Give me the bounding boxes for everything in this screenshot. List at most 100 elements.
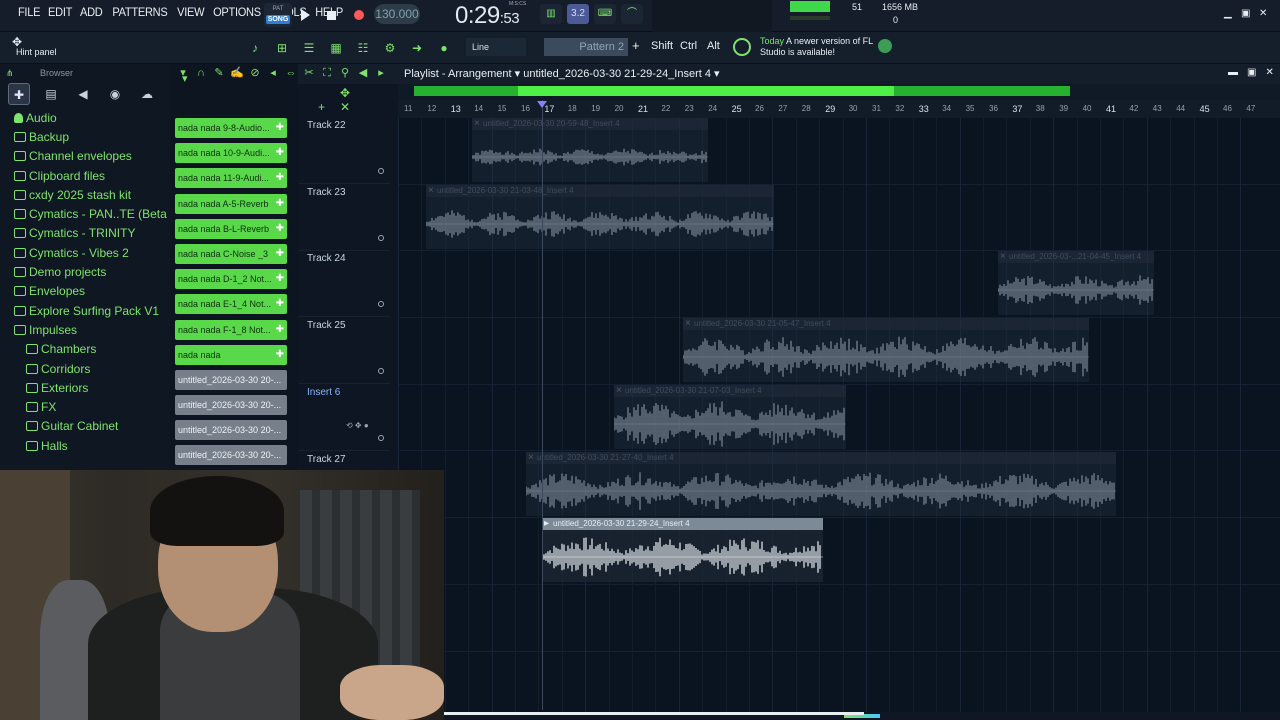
playback-icon[interactable]: ◀ (356, 66, 370, 80)
track-mute-led[interactable] (378, 301, 384, 308)
files-tab-icon[interactable]: ▤ (40, 83, 62, 105)
arrow-right-icon[interactable]: ➜ (406, 37, 428, 59)
bottom-scrollbar[interactable] (444, 712, 864, 715)
magnet-icon[interactable]: ∩ (194, 66, 208, 80)
browser-folder[interactable]: Backup (0, 127, 170, 146)
track-mute-led[interactable] (378, 168, 384, 174)
move-icon[interactable]: ✥ (340, 86, 350, 100)
audio-clip[interactable]: untitled_2026-03-30 21-03-48_Insert 4 (426, 184, 774, 249)
channel-button[interactable]: nada nada 9-8-Audio... (175, 118, 287, 138)
track-header[interactable]: Insert 6 ⟲ ✥ ● (298, 385, 390, 451)
microphone-icon[interactable]: ● (433, 37, 455, 59)
pencil-icon[interactable]: ✎ (212, 66, 226, 80)
channel-button[interactable]: nada nada E-1_4 Not... (175, 294, 287, 315)
all-tab-icon[interactable]: ✚ (8, 83, 30, 105)
browser-folder[interactable]: Guitar Cabinet (0, 417, 170, 436)
slip-icon[interactable]: ⇔ (284, 66, 298, 80)
track-header[interactable]: Track 23 (298, 185, 390, 251)
snap-value[interactable]: 3.2 (567, 4, 589, 24)
maximize-icon[interactable]: ▣ (1241, 8, 1250, 19)
channel-button[interactable]: untitled_2026-03-30 20-... (175, 445, 287, 466)
audio-clip[interactable]: untitled_2026-03-30 21-27-40_Insert 4 (526, 451, 1116, 516)
nav-arrows-icon[interactable]: ▸ (374, 66, 388, 80)
channel-rack-icon[interactable]: ☰ (298, 37, 320, 59)
audio-clip[interactable]: untitled_2026-03-30 21-29-24_Insert 4 (542, 518, 823, 583)
menu-patterns[interactable]: PATTERNS (109, 5, 170, 19)
channel-button[interactable]: nada nada B-L-Reverb (175, 218, 287, 239)
menu-arrow-icon[interactable]: ▾ (176, 66, 190, 80)
browser-folder[interactable]: Envelopes (0, 282, 170, 301)
menu-file[interactable]: FILE (15, 5, 43, 19)
channel-button[interactable]: untitled_2026-03-30 20-... (175, 369, 287, 390)
mixer-icon[interactable]: ☷ (352, 37, 374, 59)
typing-keyboard-icon[interactable]: ⌨ (594, 4, 616, 24)
plugin-picker-icon[interactable]: ♪ (244, 37, 266, 59)
paint-icon[interactable]: ✍ (230, 66, 244, 80)
track-header[interactable]: Track 22 (298, 118, 390, 184)
playlist-maximize-icon[interactable]: ▣ (1247, 67, 1256, 78)
browser-folder[interactable]: Channel envelopes (0, 147, 170, 166)
browser-folder[interactable]: Exteriors (0, 378, 170, 397)
speaker-tab-icon[interactable]: ◀ (72, 83, 94, 105)
browser-folder[interactable]: Explore Surfing Pack V1 (0, 301, 170, 320)
browser-folder[interactable]: Halls (0, 436, 170, 455)
channel-button[interactable]: nada nada (175, 344, 287, 365)
audio-clip[interactable]: untitled_2026-03-30 21-05-47_Insert 4 (683, 318, 1089, 383)
browser-folder[interactable]: Impulses (0, 320, 170, 339)
close-icon[interactable]: ✕ (1259, 8, 1267, 19)
channel-button[interactable]: nada nada 10-9-Audi... (175, 143, 287, 164)
playhead[interactable] (542, 100, 543, 710)
clip-title[interactable]: untitled_2026-03-30 21-07-03_Insert 4 (614, 384, 846, 397)
playlist-minimize-icon[interactable]: ▬ (1228, 67, 1238, 78)
channel-button[interactable]: nada nada F-1_8 Not... (175, 319, 287, 340)
channel-button[interactable]: nada nada 11-9-Audi... (175, 168, 287, 189)
audio-clip[interactable]: untitled_2026-03-30 20-59-48_Insert 4 (472, 118, 708, 182)
track-mute-led[interactable] (378, 234, 384, 241)
browser-folder[interactable]: Demo projects (0, 262, 170, 281)
browser-folder[interactable]: FX (0, 397, 170, 416)
record-button[interactable] (348, 5, 370, 25)
timeline-ruler[interactable]: 11 12 13 14 15 16 17 18 19 20 21 22 23 24 25 26 27 28 29 30… (398, 100, 1280, 118)
menu-view[interactable]: VIEW (174, 5, 207, 19)
add-track-icon[interactable]: + (318, 100, 325, 114)
browser-folder[interactable]: Cymatics - PAN..TE (Beta Pack) (0, 204, 170, 223)
clip-title[interactable]: untitled_2026-03-30 20-59-48_Insert 4 (472, 118, 708, 130)
playlist-grid[interactable]: untitled_2026-03-30 20-59-48_Insert 4 unt… (398, 118, 1280, 720)
browser-folder[interactable]: Cymatics - Vibes 2 (0, 243, 170, 262)
browser-folder[interactable]: Chambers (0, 340, 170, 359)
select-icon[interactable]: ⛶ (320, 66, 334, 80)
snap-mode-select[interactable]: Line (466, 38, 526, 56)
shift-key[interactable]: Shift (651, 40, 673, 52)
piano-roll-window-icon[interactable]: ▦ (325, 37, 347, 59)
scrollbar-thumb[interactable] (518, 86, 894, 96)
playlist-icon[interactable]: ⊞ (271, 37, 293, 59)
menu-add[interactable]: ADD (78, 5, 106, 19)
ctrl-key[interactable]: Ctrl (680, 40, 697, 52)
track-mute-led[interactable] (378, 368, 384, 375)
browser-folder[interactable]: Corridors (0, 359, 170, 378)
play-button[interactable] (294, 5, 316, 25)
pat-song-toggle[interactable]: PAT SONG (264, 3, 292, 27)
news-panel[interactable]: Today A newer version of FL Studio is av… (760, 36, 880, 58)
track-mute-led[interactable] (378, 434, 384, 441)
cloud-tab-icon[interactable]: ☁ (136, 83, 158, 105)
channel-button[interactable]: nada nada A-5-Reverb (175, 193, 287, 214)
menu-edit[interactable]: EDIT (45, 5, 75, 19)
delete-icon[interactable]: ⊘ (248, 66, 262, 80)
clip-title[interactable]: untitled_2026-03-30 21-03-48_Insert 4 (426, 184, 774, 197)
clip-title[interactable]: untitled_2026-03-30 21-27-40_Insert 4 (526, 451, 1116, 464)
channel-button[interactable]: untitled_2026-03-30 20-... (175, 420, 287, 441)
track-options-icon[interactable]: ⟲ ✥ ● (346, 421, 369, 430)
remove-track-icon[interactable]: ✕ (340, 100, 350, 114)
browser-folder[interactable]: cxdy 2025 stash kit (0, 185, 170, 204)
zoom-icon[interactable]: ⚲ (338, 66, 352, 80)
news-icon[interactable] (733, 38, 751, 56)
stop-button[interactable] (320, 5, 342, 25)
clip-title[interactable]: untitled_2026-03-...21-04-45_Insert 4 (998, 251, 1154, 264)
slice-icon[interactable]: ✂ (302, 66, 316, 80)
track-header[interactable]: Track 25 (298, 318, 390, 385)
channel-button[interactable]: untitled_2026-03-30 20-... (175, 395, 287, 416)
add-pattern-icon[interactable]: + (632, 38, 640, 53)
tempo-display[interactable]: 130.000 (374, 4, 420, 24)
audio-clip[interactable]: untitled_2026-03-...21-04-45_Insert 4 (998, 251, 1154, 316)
